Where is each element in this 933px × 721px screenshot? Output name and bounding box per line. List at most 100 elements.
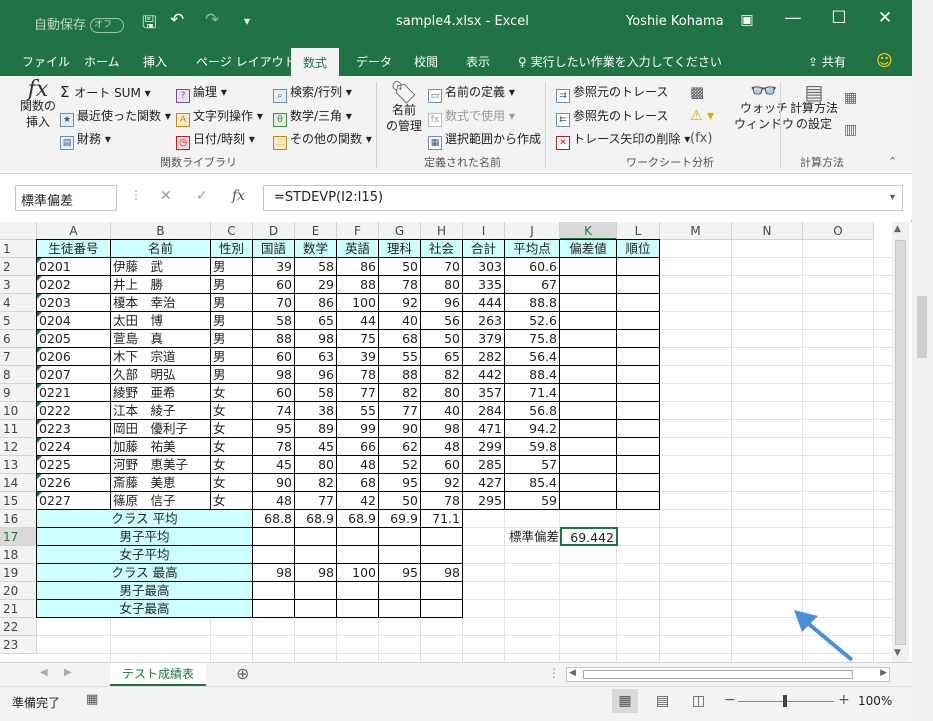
table-cell[interactable]: 96 [294,365,337,384]
enter-icon[interactable]: ✓ [196,188,208,204]
table-cell[interactable]: 40 [378,311,421,330]
trace-dependents-button[interactable]: ⇇ 参照先のトレース [556,108,668,127]
row-header-3[interactable]: 3 [0,276,37,294]
table-cell[interactable]: 0207 [36,365,111,384]
table-cell[interactable]: 66 [336,437,379,456]
tab-file[interactable]: ファイル [22,53,70,70]
table-cell[interactable]: 60 [252,275,295,294]
table-cell[interactable]: 女 [210,491,253,510]
name-manager-button[interactable]: 🏷 名前 の管理 [386,83,422,134]
table-cell[interactable]: 42 [336,491,379,510]
summary-cell[interactable] [378,527,421,546]
table-cell[interactable]: 45 [252,455,295,474]
table-cell[interactable] [616,311,660,330]
column-header-F[interactable]: F [337,222,379,240]
table-cell[interactable]: 263 [462,311,505,330]
table-cell[interactable]: 女 [210,419,253,438]
table-cell[interactable] [559,347,617,366]
table-cell[interactable]: 75.8 [504,329,560,348]
table-cell[interactable] [559,437,617,456]
column-header-D[interactable]: D [253,222,295,240]
table-cell[interactable]: 48 [252,491,295,510]
create-from-selection-button[interactable]: ▦ 選択範囲から作成 [428,131,541,150]
table-cell[interactable]: 86 [294,293,337,312]
row-header-20[interactable]: 20 [0,582,37,600]
text-button[interactable]: A 文字列操作 ▾ [176,108,263,127]
table-cell[interactable]: 39 [336,347,379,366]
table-cell[interactable] [616,455,660,474]
table-cell[interactable]: 77 [336,383,379,402]
zoom-slider-thumb[interactable] [783,695,787,707]
table-cell[interactable]: 299 [462,437,505,456]
share-button[interactable]: ⇪ 共有 [808,53,846,70]
table-cell[interactable]: 50 [378,491,421,510]
summary-cell[interactable] [420,545,463,564]
table-cell[interactable]: 88 [252,329,295,348]
table-cell[interactable]: 55 [378,347,421,366]
autosave-toggle[interactable]: オフ [90,18,125,33]
table-cell[interactable]: 98 [252,365,295,384]
name-box[interactable]: 標準偏差 [15,185,117,211]
worksheet-grid[interactable]: ABCDEFGHIJKLMNO 1 2 3 4 5 6 7 8 9 10 11 12 13 14 15 16 1… [0,222,912,662]
page-break-view-icon[interactable]: ◫ [692,693,705,709]
watch-window-button[interactable]: 👓 ウォッチ ウィンドウ [734,81,794,132]
tab-formulas[interactable]: 数式 [291,48,340,77]
table-cell[interactable]: 0203 [36,293,111,312]
table-cell[interactable]: 88.4 [504,365,560,384]
collapse-ribbon-icon[interactable]: ⌃ [888,154,897,170]
column-header-B[interactable]: B [111,222,211,240]
row-header-6[interactable]: 6 [0,330,37,348]
tab-data[interactable]: データ [356,53,392,70]
table-cell[interactable]: 58 [294,383,337,402]
table-cell[interactable]: 78 [420,491,463,510]
table-cell[interactable] [559,329,617,348]
table-cell[interactable]: 0226 [36,473,111,492]
add-sheet-icon[interactable]: ⊕ [236,664,249,683]
summary-cell[interactable] [420,527,463,546]
calc-options-button[interactable]: ▤ 計算方法 の設定 [790,82,838,132]
table-cell[interactable]: 0201 [36,257,111,276]
table-cell[interactable]: 77 [294,491,337,510]
table-cell[interactable] [559,473,617,492]
sheet-tab[interactable]: テスト成績表 [110,663,206,686]
table-cell[interactable]: 89 [294,419,337,438]
table-cell[interactable]: 0221 [36,383,111,402]
column-header-I[interactable]: I [463,222,505,240]
table-cell[interactable]: 井上 勝 [110,275,211,294]
header-cell[interactable]: 社会 [420,239,463,258]
table-cell[interactable] [559,455,617,474]
header-cell[interactable]: 英語 [336,239,379,258]
table-cell[interactable] [559,293,617,312]
autosum-button[interactable]: Σ オート SUM ▾ [60,84,151,101]
table-cell[interactable] [616,383,660,402]
table-cell[interactable]: 久部 明弘 [110,365,211,384]
summary-cell[interactable] [252,545,295,564]
table-cell[interactable]: 284 [462,401,505,420]
column-header-E[interactable]: E [295,222,337,240]
table-cell[interactable]: 82 [378,383,421,402]
summary-cell[interactable]: 98 [294,563,337,582]
table-cell[interactable]: 80 [420,383,463,402]
summary-cell[interactable] [252,527,295,546]
table-cell[interactable]: 98 [420,419,463,438]
table-cell[interactable]: 伊藤 武 [110,257,211,276]
ribbon-display-icon[interactable]: ▣ [724,12,770,28]
table-cell[interactable]: 82 [294,473,337,492]
remove-arrows-button[interactable]: ✕ トレース矢印の削除 ▾ [556,131,690,150]
table-cell[interactable]: 45 [294,437,337,456]
table-cell[interactable]: 岡田 優利子 [110,419,211,438]
header-cell[interactable]: 名前 [110,239,211,258]
table-cell[interactable]: 河野 恵美子 [110,455,211,474]
save-icon[interactable]: 🖫 [142,10,156,39]
table-cell[interactable]: 58 [294,257,337,276]
column-header-M[interactable]: M [660,222,732,240]
cancel-icon[interactable]: ✕ [160,188,172,204]
header-cell[interactable]: 平均点 [504,239,560,258]
table-cell[interactable]: 88 [336,275,379,294]
table-cell[interactable]: 95 [252,419,295,438]
table-cell[interactable]: 78 [378,275,421,294]
table-cell[interactable]: 50 [420,329,463,348]
table-cell[interactable] [559,491,617,510]
table-cell[interactable]: 55 [336,401,379,420]
logical-button[interactable]: ? 論理 ▾ [176,84,227,103]
